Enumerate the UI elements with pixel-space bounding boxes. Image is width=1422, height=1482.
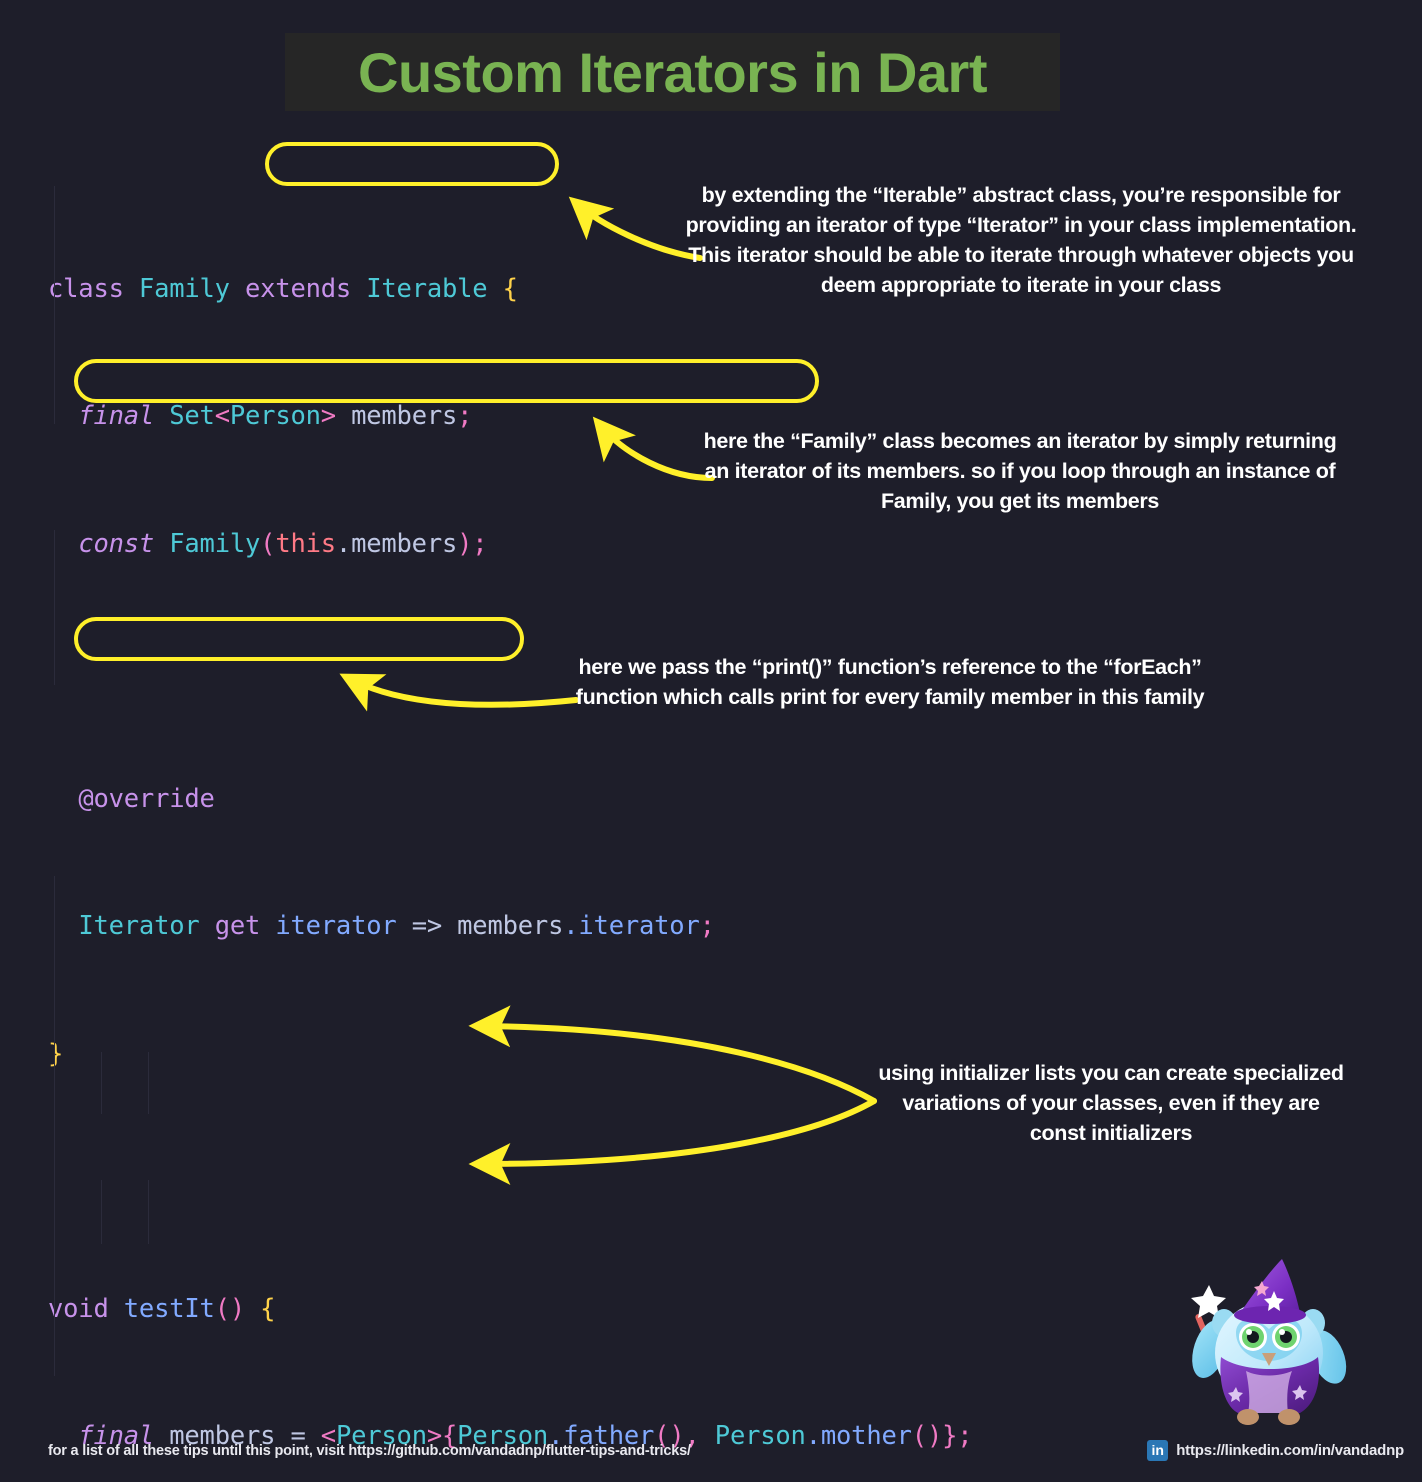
linkedin-icon: in [1147,1440,1169,1461]
dart-tip-card: Custom Iterators in Dart class Family ex… [0,0,1422,1482]
note-iterable: by extending the “Iterable” abstract cla… [685,183,1357,297]
note-initializer-lists: using initializer lists you can create s… [878,1061,1344,1145]
indent-guide [54,186,55,424]
code-line-5: @override [78,783,215,814]
note-foreach: here we pass the “print()” function’s re… [575,655,1205,709]
code-line-6: Iterator get iterator => members.iterato… [78,911,715,941]
wizard-hat-icon [1234,1259,1306,1324]
footer-linkedin-text: https://linkedin.com/in/vandadnp [1176,1442,1404,1459]
footer-github-text: for a list of all these tips until this … [48,1443,691,1459]
code-line-7: } [48,1038,64,1069]
code-line-3: const Family(this.members); [78,528,488,559]
footer-linkedin[interactable]: in https://linkedin.com/in/vandadnp [1147,1440,1404,1461]
indent-guide [148,1180,149,1244]
code-block: class Family extends Iterable { final Se… [48,140,973,1482]
page-title: Custom Iterators in Dart [358,40,988,104]
code-line-9: void testIt() { [48,1293,276,1324]
indent-guide [54,876,55,1376]
indent-guide [54,530,55,685]
indent-guide [148,1052,149,1114]
owl-wizard-mascot [1191,1259,1347,1425]
note-family-iterator: here the “Family” class becomes an itera… [703,429,1337,513]
left-foot [1237,1409,1259,1425]
title-banner: Custom Iterators in Dart [285,33,1060,111]
indent-guide [101,1180,102,1244]
indent-guide [101,1052,102,1114]
right-foot [1278,1409,1300,1425]
